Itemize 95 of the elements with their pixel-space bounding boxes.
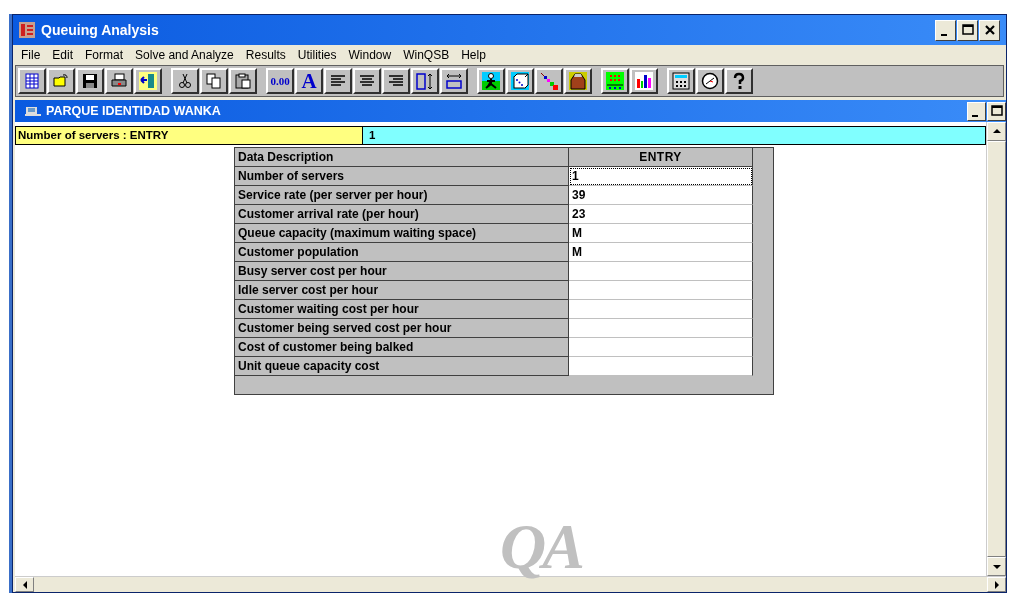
table-cell[interactable]: M <box>569 224 753 243</box>
clock-icon <box>701 72 719 90</box>
row-label: Cost of customer being balked <box>235 338 569 357</box>
scroll-up-button[interactable] <box>987 122 1006 141</box>
toolbar-button[interactable] <box>725 68 753 94</box>
menu-item[interactable]: Edit <box>46 48 80 62</box>
computer-icon <box>25 105 41 117</box>
close-button[interactable] <box>979 19 1000 41</box>
table-cell[interactable]: 1 <box>569 167 753 186</box>
scissors-icon <box>176 72 194 90</box>
menu-item[interactable]: File <box>15 48 47 62</box>
table-cell[interactable]: 23 <box>569 205 753 224</box>
number-format-button[interactable]: 0.00 <box>266 68 294 94</box>
table-cell[interactable]: 39 <box>569 186 753 205</box>
row-label: Unit queue capacity cost <box>235 357 569 376</box>
toolbar-button[interactable] <box>171 68 199 94</box>
toolbar-button[interactable] <box>353 68 381 94</box>
menu-item[interactable]: WinQSB <box>397 48 456 62</box>
folder-icon <box>52 72 70 90</box>
toolbar-button[interactable] <box>229 68 257 94</box>
row-height-icon <box>416 72 434 90</box>
font-button[interactable]: A <box>295 68 323 94</box>
app-icon <box>19 22 35 38</box>
toolbar-button[interactable] <box>535 68 563 94</box>
menu-item[interactable]: Solve and Analyze <box>129 48 240 62</box>
toolbar-button[interactable] <box>506 68 534 94</box>
menu-item[interactable]: Utilities <box>291 48 343 62</box>
column-header: Data Description <box>235 148 569 167</box>
toolbar-button[interactable] <box>564 68 592 94</box>
toolbar-button[interactable] <box>601 68 629 94</box>
table-cell[interactable]: M <box>569 243 753 262</box>
table-cell[interactable] <box>569 357 753 376</box>
clipboard-icon <box>234 72 252 90</box>
toolbar-button[interactable] <box>324 68 352 94</box>
row-label: Number of servers <box>235 167 569 186</box>
menu-item[interactable]: Window <box>342 48 398 62</box>
column-width-icon <box>445 72 463 90</box>
row-label: Service rate (per server per hour) <box>235 186 569 205</box>
maximize-icon <box>988 103 1005 119</box>
toolbar-button[interactable] <box>630 68 658 94</box>
up-arrow-icon <box>991 128 1002 135</box>
dice-icon <box>511 72 529 90</box>
down-arrow-icon <box>991 563 1002 570</box>
scroll-right-button[interactable] <box>987 577 1006 592</box>
toolbar-button[interactable] <box>134 68 162 94</box>
calculator-icon <box>672 72 690 90</box>
copy-icon <box>205 72 223 90</box>
printer-icon <box>110 72 128 90</box>
minimize-icon <box>940 34 947 36</box>
row-label: Customer waiting cost per hour <box>235 300 569 319</box>
maximize-icon <box>959 22 976 38</box>
toolbar-button[interactable] <box>105 68 133 94</box>
row-label: Customer being served cost per hour <box>235 319 569 338</box>
maximize-button[interactable] <box>957 19 978 41</box>
table-cell[interactable] <box>569 281 753 300</box>
minimize-button[interactable] <box>967 101 986 121</box>
toolbar-button[interactable] <box>76 68 104 94</box>
row-label: Busy server cost per hour <box>235 262 569 281</box>
toolbar-button[interactable] <box>200 68 228 94</box>
left-arrow-icon <box>21 579 28 590</box>
table-cell[interactable] <box>569 262 753 281</box>
scroll-down-button[interactable] <box>987 557 1006 576</box>
toolbar-button[interactable] <box>411 68 439 94</box>
right-arrow-icon <box>993 579 1000 590</box>
door-icon <box>139 72 157 90</box>
minimize-icon <box>971 115 978 117</box>
steps-icon <box>540 72 558 90</box>
toolbar-button[interactable] <box>47 68 75 94</box>
row-label: Customer arrival rate (per hour) <box>235 205 569 224</box>
toolbar-button[interactable] <box>382 68 410 94</box>
sack-icon <box>569 72 587 90</box>
toolbar-button[interactable] <box>667 68 695 94</box>
menu-item[interactable]: Results <box>239 48 292 62</box>
table-cell[interactable] <box>569 319 753 338</box>
minimize-button[interactable] <box>935 19 956 41</box>
floppy-icon <box>81 72 99 90</box>
toolbar-button[interactable] <box>696 68 724 94</box>
toolbar-button[interactable] <box>440 68 468 94</box>
scroll-left-button[interactable] <box>15 577 34 592</box>
window-title: Queuing Analysis <box>41 22 160 38</box>
maximize-button[interactable] <box>987 101 1006 121</box>
table-cell[interactable] <box>569 300 753 319</box>
toolbar-button[interactable] <box>477 68 505 94</box>
toolbar-button[interactable] <box>18 68 46 94</box>
running-figure-icon <box>482 72 500 90</box>
row-label: Idle server cost per hour <box>235 281 569 300</box>
dot-grid-icon <box>606 72 624 90</box>
menu-item[interactable]: Format <box>79 48 130 62</box>
row-label: Customer population <box>235 243 569 262</box>
bar-chart-icon <box>635 72 653 90</box>
menu-item[interactable]: Help <box>455 48 492 62</box>
document-title: PARQUE IDENTIDAD WANKA <box>46 104 222 118</box>
table-cell[interactable] <box>569 338 753 357</box>
grid-icon <box>23 72 41 90</box>
row-label: Queue capacity (maximum waiting space) <box>235 224 569 243</box>
